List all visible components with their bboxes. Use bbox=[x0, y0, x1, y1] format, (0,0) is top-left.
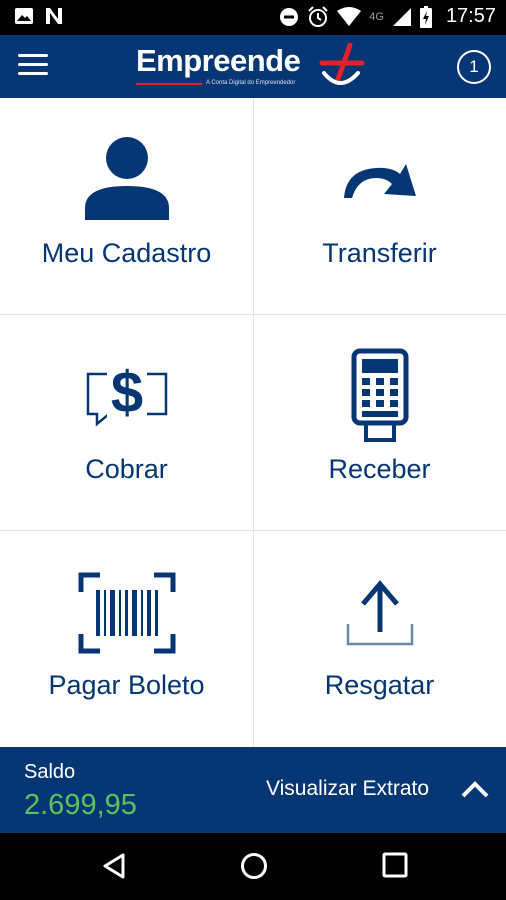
hamburger-menu-icon[interactable] bbox=[18, 54, 48, 78]
transfer-arrow-icon bbox=[343, 164, 416, 198]
dnd-icon bbox=[280, 7, 299, 26]
tile-label: Pagar Boleto bbox=[48, 670, 205, 700]
dollar-chat-icon: $ bbox=[86, 360, 167, 427]
view-statement-button[interactable]: Visualizar Extrato bbox=[266, 777, 429, 801]
user-icon bbox=[84, 137, 169, 220]
grid-divider-horizontal bbox=[0, 530, 506, 531]
status-bar: 4G 17:57 bbox=[0, 0, 506, 35]
logo-tagline: A Conta Digital do Empreendedor bbox=[206, 80, 296, 86]
battery-icon bbox=[419, 5, 432, 28]
logo-underline bbox=[136, 83, 202, 85]
upload-icon bbox=[346, 580, 413, 646]
tile-meu-cadastro[interactable]: Meu Cadastro bbox=[0, 98, 253, 314]
network-type: 4G bbox=[369, 10, 384, 23]
tile-label: Meu Cadastro bbox=[41, 238, 212, 268]
back-icon[interactable] bbox=[102, 852, 126, 880]
tile-transferir[interactable]: Transferir bbox=[253, 98, 506, 314]
barcode-icon bbox=[78, 572, 175, 654]
logo-text: Empreende bbox=[136, 43, 301, 78]
n-notification-icon bbox=[46, 8, 62, 24]
alarm-icon bbox=[308, 5, 328, 27]
grid-divider-horizontal bbox=[0, 314, 506, 315]
tile-cobrar[interactable]: $ Cobrar bbox=[0, 314, 253, 530]
wifi-icon bbox=[337, 6, 362, 26]
tile-label: Cobrar bbox=[85, 454, 168, 484]
home-icon[interactable] bbox=[240, 852, 268, 880]
tile-label: Receber bbox=[328, 454, 431, 484]
tile-label: Resgatar bbox=[324, 670, 435, 700]
recents-icon[interactable] bbox=[382, 852, 408, 878]
tile-receber[interactable]: Receber bbox=[253, 314, 506, 530]
balance-label: Saldo bbox=[24, 761, 76, 783]
card-machine-icon bbox=[351, 348, 408, 442]
logo-plus-mark bbox=[319, 43, 365, 85]
clock: 17:57 bbox=[445, 5, 496, 27]
android-nav-bar bbox=[0, 833, 506, 900]
notification-badge[interactable]: 1 bbox=[457, 50, 491, 84]
app-logo: Empreende A Conta Digital do Empreendedo… bbox=[136, 41, 376, 95]
svg-text:$: $ bbox=[110, 360, 142, 425]
tile-label: Transferir bbox=[322, 238, 437, 268]
signal-icon bbox=[392, 7, 411, 26]
balance-bar: Saldo 2.699,95 Visualizar Extrato bbox=[0, 747, 506, 833]
app-bar: Empreende A Conta Digital do Empreendedo… bbox=[0, 35, 506, 98]
balance-value: 2.699,95 bbox=[24, 789, 137, 821]
image-notification-icon bbox=[15, 8, 33, 24]
tile-pagar-boleto[interactable]: Pagar Boleto bbox=[0, 530, 253, 746]
chevron-up-icon[interactable] bbox=[460, 779, 490, 799]
grid-divider-vertical bbox=[253, 98, 254, 747]
tile-resgatar[interactable]: Resgatar bbox=[253, 530, 506, 746]
